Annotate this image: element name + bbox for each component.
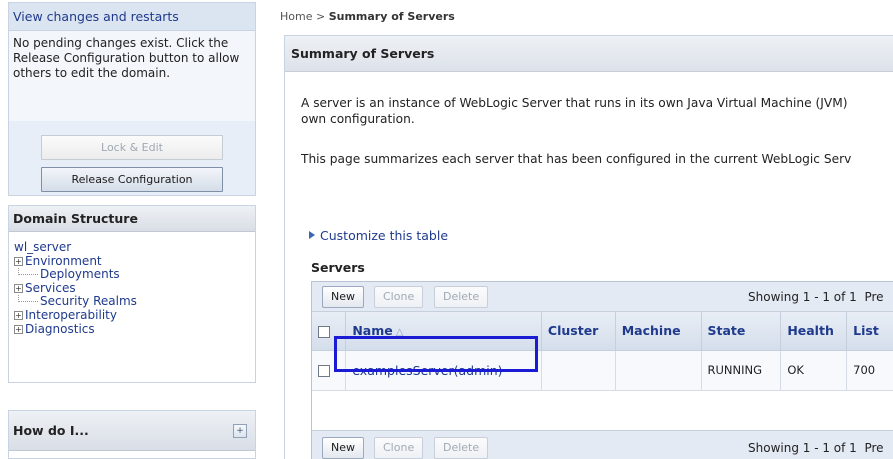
- select-all-header[interactable]: [312, 312, 347, 351]
- delete-button[interactable]: Delete: [434, 437, 489, 459]
- summary-panel: Summary of Servers A server is an instan…: [284, 35, 893, 459]
- domain-tree: wl_server + Environment Deployments + Serv…: [9, 232, 255, 336]
- clone-button[interactable]: Clone: [374, 286, 424, 308]
- customize-table-label[interactable]: Customize this table: [320, 228, 448, 243]
- column-header-state[interactable]: State: [701, 312, 782, 351]
- table-toolbar-top: New Clone Delete Showing 1 - 1 of 1 Pre: [312, 282, 893, 312]
- tree-root-wl-server[interactable]: wl_server: [14, 240, 255, 255]
- servers-table-container: New Clone Delete Showing 1 - 1 of 1 Pre …: [311, 281, 893, 459]
- how-do-i-title: How do I...: [9, 411, 255, 451]
- column-label[interactable]: Name: [352, 323, 392, 338]
- column-header-health[interactable]: Health: [780, 312, 848, 351]
- server-name-link[interactable]: examplesServer(admin): [352, 363, 502, 378]
- expand-plus-icon[interactable]: +: [14, 283, 23, 293]
- pagination-status: Showing 1 - 1 of 1 Pre: [748, 431, 884, 459]
- main-content: Home > Summary of Servers Summary of Ser…: [268, 0, 893, 459]
- cluster-cell: [541, 350, 616, 391]
- summary-text: This page summarizes each server that ha…: [301, 152, 852, 166]
- description-line: A server is an instance of WebLogic Serv…: [301, 96, 848, 110]
- expand-plus-icon[interactable]: +: [14, 310, 23, 320]
- delete-button[interactable]: Delete: [434, 286, 489, 308]
- servers-table-title: Servers: [311, 260, 365, 275]
- domain-structure-panel: Domain Structure wl_server + Environment …: [8, 205, 256, 383]
- release-configuration-button[interactable]: Release Configuration: [41, 167, 223, 192]
- tree-guide-line: [18, 268, 38, 276]
- expand-triangle-icon[interactable]: [309, 231, 315, 239]
- showing-count: Showing 1 - 1 of 1: [748, 441, 857, 455]
- table-toolbar-bottom: New Clone Delete Showing 1 - 1 of 1 Pre: [312, 430, 893, 459]
- tree-item-label[interactable]: Services: [25, 281, 76, 295]
- column-header-listen-port[interactable]: List: [846, 312, 893, 351]
- select-all-checkbox[interactable]: [318, 325, 330, 338]
- tree-item-label[interactable]: Environment: [25, 254, 102, 268]
- machine-cell: [615, 350, 702, 391]
- row-select-cell[interactable]: [312, 350, 347, 391]
- previous-link[interactable]: Pre: [864, 290, 883, 304]
- change-center-panel: View changes and restarts No pending cha…: [8, 2, 256, 196]
- domain-structure-title: Domain Structure: [9, 206, 255, 232]
- how-do-i-panel: How do I... +: [8, 410, 256, 459]
- showing-count: Showing 1 - 1 of 1: [748, 290, 857, 304]
- table-row: examplesServer(admin) RUNNING OK 700: [312, 350, 893, 391]
- tree-item-interoperability[interactable]: + Interoperability: [14, 308, 255, 323]
- tree-item-deployments[interactable]: Deployments: [14, 267, 255, 282]
- expand-icon[interactable]: +: [233, 424, 247, 438]
- table-header-row: Name △ Cluster Machine State Health List: [312, 312, 893, 351]
- tree-item-label[interactable]: Deployments: [40, 267, 120, 281]
- previous-link[interactable]: Pre: [864, 441, 883, 455]
- view-changes-link[interactable]: View changes and restarts: [9, 3, 255, 31]
- column-header-name[interactable]: Name △: [345, 312, 542, 351]
- expand-plus-icon[interactable]: +: [14, 256, 23, 266]
- state-cell: RUNNING: [701, 350, 782, 391]
- tree-guide-line: [18, 295, 38, 303]
- tree-item-label[interactable]: Diagnostics: [25, 322, 95, 336]
- row-checkbox[interactable]: [318, 364, 330, 377]
- health-cell: OK: [780, 350, 848, 391]
- tree-item-services[interactable]: + Services: [14, 281, 255, 296]
- listen-port-cell: 700: [846, 350, 893, 391]
- tree-item-environment[interactable]: + Environment: [14, 254, 255, 269]
- breadcrumb: Home > Summary of Servers: [280, 10, 455, 23]
- tree-item-label[interactable]: Interoperability: [25, 308, 117, 322]
- column-header-cluster[interactable]: Cluster: [541, 312, 616, 351]
- expand-plus-icon[interactable]: +: [14, 324, 23, 334]
- tree-item-security-realms[interactable]: Security Realms: [14, 295, 255, 309]
- breadcrumb-home-link[interactable]: Home: [280, 10, 312, 23]
- left-sidebar: View changes and restarts No pending cha…: [0, 0, 258, 459]
- new-button[interactable]: New: [322, 437, 364, 459]
- breadcrumb-current: Summary of Servers: [328, 10, 455, 23]
- page-title: Summary of Servers: [285, 36, 893, 72]
- sort-ascending-icon[interactable]: △: [396, 327, 404, 338]
- lock-edit-button[interactable]: Lock & Edit: [41, 135, 223, 160]
- server-name-cell: examplesServer(admin): [345, 350, 542, 391]
- tree-item-diagnostics[interactable]: + Diagnostics: [14, 322, 255, 337]
- servers-table: Name △ Cluster Machine State Health List …: [312, 312, 893, 391]
- new-button[interactable]: New: [322, 286, 364, 308]
- column-header-machine[interactable]: Machine: [615, 312, 702, 351]
- breadcrumb-separator: >: [315, 10, 326, 23]
- customize-table-link[interactable]: Customize this table: [309, 228, 448, 243]
- change-center-message: No pending changes exist. Click the Rele…: [9, 31, 255, 121]
- pagination-status: Showing 1 - 1 of 1 Pre: [748, 282, 884, 312]
- clone-button[interactable]: Clone: [374, 437, 424, 459]
- tree-item-label[interactable]: Security Realms: [40, 294, 137, 309]
- description-line: own configuration.: [301, 111, 415, 126]
- description-text: A server is an instance of WebLogic Serv…: [301, 96, 847, 127]
